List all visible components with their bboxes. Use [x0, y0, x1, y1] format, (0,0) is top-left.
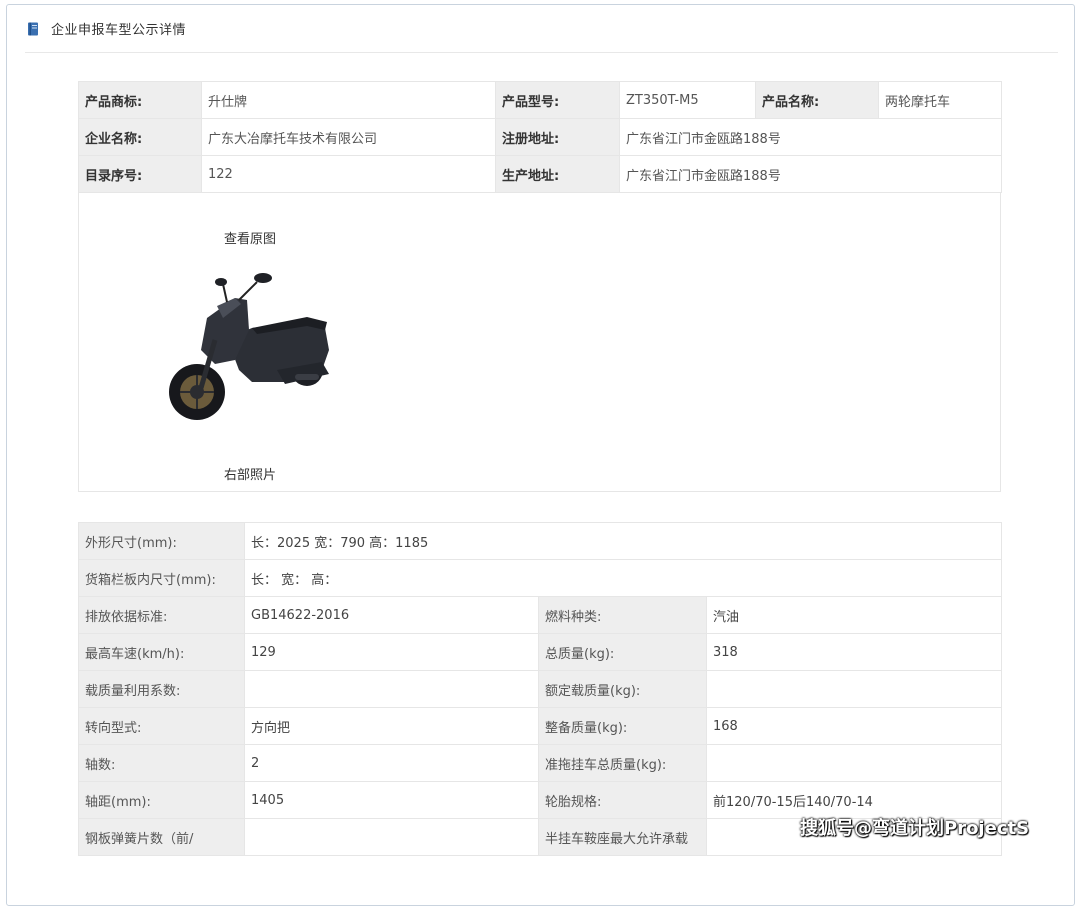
spec-value: [244, 670, 539, 708]
spec-value: GB14622-2016: [244, 596, 539, 634]
cargo-box-label: 货箱栏板内尺寸(mm):: [78, 559, 245, 597]
table-row: 载质量利用系数: 额定载质量(kg):: [78, 670, 1003, 708]
company-label: 企业名称:: [78, 118, 202, 156]
reg-address-value: 广东省江门市金瓯路188号: [619, 118, 1002, 156]
watermark: 搜狐号@弯道计划ProjectS: [800, 818, 1030, 839]
cargo-box-value: 长： 宽： 高：: [243, 559, 1003, 597]
table-row: 外形尺寸(mm): 长：2025 宽：790 高：1185: [78, 522, 1003, 560]
spec-value: [244, 818, 539, 856]
photo-section: 查看原图 右部照片: [78, 192, 1001, 492]
spec-value: 前120/70-15后140/70-14: [705, 781, 1003, 819]
brand-label: 产品商标:: [78, 81, 202, 119]
page-title: 企业申报车型公示详情: [51, 23, 187, 38]
table-row: 转向型式: 方向把 整备质量(kg): 168: [78, 707, 1003, 745]
catalog-label: 目录序号:: [78, 155, 202, 193]
table-row: 轴距(mm): 1405 轮胎规格: 前120/70-15后140/70-14: [78, 781, 1003, 819]
spec-label: 轮胎规格:: [538, 781, 707, 819]
table-row: 最高车速(km/h): 129 总质量(kg): 318: [78, 633, 1003, 671]
spec-value: 318: [705, 633, 1003, 671]
spec-value: 1405: [244, 781, 539, 819]
spec-label: 最高车速(km/h):: [78, 633, 245, 671]
reg-address-label: 注册地址:: [495, 118, 620, 156]
prod-address-value: 广东省江门市金瓯路188号: [619, 155, 1002, 193]
spec-label: 轴数:: [78, 744, 245, 782]
spec-label: 整备质量(kg):: [538, 707, 707, 745]
spec-value: 168: [705, 707, 1003, 745]
spec-label: 载质量利用系数:: [78, 670, 245, 708]
dimensions-label: 外形尺寸(mm):: [78, 522, 245, 560]
table-row: 排放依据标准: GB14622-2016 燃料种类: 汽油: [78, 596, 1003, 634]
right-photo-label[interactable]: 右部照片: [224, 464, 276, 483]
spec-value: 方向把: [244, 707, 539, 745]
book-icon: [27, 22, 39, 36]
catalog-value: 122: [201, 155, 496, 193]
spec-value: 129: [244, 633, 539, 671]
table-row: 轴数: 2 准拖挂车总质量(kg):: [78, 744, 1003, 782]
spec-label: 转向型式:: [78, 707, 245, 745]
dimensions-value: 长：2025 宽：790 高：1185: [243, 522, 1003, 560]
spec-value: 2: [244, 744, 539, 782]
prod-address-label: 生产地址:: [495, 155, 620, 193]
spec-label: 额定载质量(kg):: [538, 670, 707, 708]
table-row: 产品商标: 升仕牌 产品型号: ZT350T-M5 产品名称: 两轮摩托车: [78, 81, 1002, 119]
spec-label: 轴距(mm):: [78, 781, 245, 819]
spec-label: 燃料种类:: [538, 596, 707, 634]
specs-table: 外形尺寸(mm): 长：2025 宽：790 高：1185 货箱栏板内尺寸(mm…: [78, 522, 1003, 856]
basic-info-table: 产品商标: 升仕牌 产品型号: ZT350T-M5 产品名称: 两轮摩托车 企业…: [78, 81, 1002, 193]
panel-header: 企业申报车型公示详情: [25, 5, 1058, 53]
table-row: 企业名称: 广东大冶摩托车技术有限公司 注册地址: 广东省江门市金瓯路188号: [78, 118, 1002, 156]
motorcycle-photo[interactable]: [157, 270, 347, 422]
view-original-link[interactable]: 查看原图: [224, 228, 276, 247]
table-row: 目录序号: 122 生产地址: 广东省江门市金瓯路188号: [78, 155, 1002, 193]
company-value: 广东大冶摩托车技术有限公司: [201, 118, 496, 156]
model-label: 产品型号:: [495, 81, 620, 119]
spec-value: [705, 670, 1003, 708]
table-row: 货箱栏板内尺寸(mm): 长： 宽： 高：: [78, 559, 1003, 597]
product-name-value: 两轮摩托车: [878, 81, 1002, 119]
model-value: ZT350T-M5: [619, 81, 756, 119]
spec-label: 半挂车鞍座最大允许承载: [538, 818, 707, 856]
spec-label: 准拖挂车总质量(kg):: [538, 744, 707, 782]
product-name-label: 产品名称:: [755, 81, 879, 119]
brand-value: 升仕牌: [201, 81, 496, 119]
spec-value: [705, 744, 1003, 782]
spec-label: 钢板弹簧片数（前/: [78, 818, 245, 856]
spec-value: 汽油: [705, 596, 1003, 634]
spec-label: 排放依据标准:: [78, 596, 245, 634]
spec-label: 总质量(kg):: [538, 633, 707, 671]
